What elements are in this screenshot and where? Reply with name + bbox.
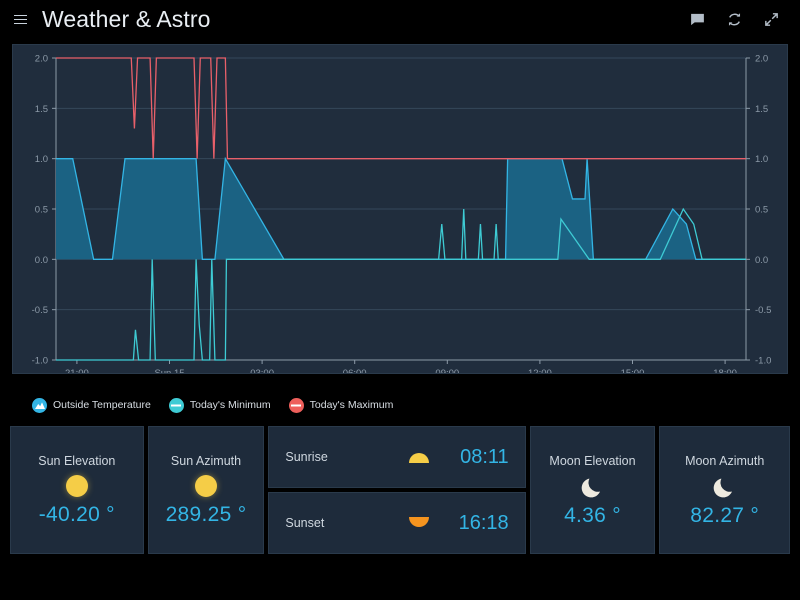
area-series-icon <box>32 397 47 413</box>
card-title: Moon Elevation <box>549 454 636 468</box>
line-series-icon <box>168 397 184 413</box>
card-sunrise[interactable]: Sunrise 08:11 <box>268 426 526 488</box>
x-axis-tick-label: 03:00 <box>250 368 274 373</box>
x-axis-tick-label: 09:00 <box>435 368 459 373</box>
dashboard-root: Weather & Astro -1.0 -1.0 -0.5 -0.5 0.0 0.0 0.… <box>0 0 800 600</box>
x-axis-tick-label: 12:00 <box>528 368 552 373</box>
x-axis-tick-label: 06:00 <box>343 368 367 373</box>
y-axis-tick-label: 0.0 <box>35 255 48 266</box>
y-axis-tick-label-right: 0.5 <box>755 205 768 216</box>
weather-chart[interactable]: -1.0 -1.0 -0.5 -0.5 0.0 0.0 0.5 0.5 1.0 1.0 1.5 1.5… <box>13 45 789 380</box>
top-bar-actions <box>689 11 786 28</box>
moon-icon <box>713 478 732 498</box>
card-value: 82.27 ° <box>690 504 760 527</box>
card-title: Sun Elevation <box>38 454 116 468</box>
card-title: Moon Azimuth <box>685 454 765 468</box>
sun-icon <box>65 475 88 497</box>
y-axis-tick-label: 2.0 <box>35 54 48 65</box>
card-label: Sunset <box>285 516 325 530</box>
legend-item-todays-maximum[interactable]: Today's Maximum <box>288 397 394 413</box>
card-moon-azimuth[interactable]: Moon Azimuth 82.27 ° <box>659 426 790 554</box>
chart-legend: Outside Temperature Today's Minimum Toda… <box>12 392 788 418</box>
card-sunset[interactable]: Sunset 16:18 <box>268 492 526 554</box>
card-title: Sun Azimuth <box>170 454 242 468</box>
expand-icon[interactable] <box>763 11 780 28</box>
y-axis-tick-label-right: 1.0 <box>755 154 768 165</box>
sun-icon <box>195 475 217 497</box>
y-axis-tick-label: -1.0 <box>32 356 48 367</box>
y-axis-tick-label-right: 2.0 <box>755 54 768 65</box>
legend-label: Outside Temperature <box>53 399 151 411</box>
comment-icon[interactable] <box>689 11 706 28</box>
sunset-icon <box>408 517 429 527</box>
sunrise-sunset-column: Sunrise 08:11 Sunset 16:18 <box>268 426 526 554</box>
y-axis-tick-label-right: 1.5 <box>755 104 768 115</box>
y-axis-tick-label-right: -0.5 <box>755 305 771 316</box>
card-value: 08:11 <box>460 445 509 468</box>
card-moon-elevation[interactable]: Moon Elevation 4.36 ° <box>529 426 656 554</box>
y-axis-tick-label-right: 0.0 <box>755 255 768 266</box>
legend-item-todays-minimum[interactable]: Today's Minimum <box>168 397 271 413</box>
legend-label: Today's Maximum <box>309 399 394 411</box>
y-axis-tick-label-right: -1.0 <box>755 356 771 367</box>
y-axis-tick-label: 1.0 <box>35 154 48 165</box>
x-axis-tick-label: Sun 15 <box>154 368 184 373</box>
y-axis-tick-label: 0.5 <box>35 205 48 216</box>
moon-icon <box>581 478 600 498</box>
card-value: 289.25 ° <box>165 503 247 526</box>
card-value: 4.36 ° <box>564 504 621 527</box>
weather-chart-panel[interactable]: -1.0 -1.0 -0.5 -0.5 0.0 0.0 0.5 0.5 1.0 1.0 1.5 1.5… <box>12 44 789 380</box>
card-value: 16:18 <box>458 511 509 534</box>
legend-item-outside-temperature[interactable]: Outside Temperature <box>32 397 151 413</box>
y-axis-tick-label: -0.5 <box>32 305 48 316</box>
line-series-icon <box>288 397 304 413</box>
hamburger-menu-icon[interactable] <box>14 14 30 24</box>
refresh-icon[interactable] <box>726 11 743 28</box>
legend-label: Today's Minimum <box>189 399 271 411</box>
card-sun-elevation[interactable]: Sun Elevation -40.20 ° <box>10 426 144 554</box>
page-title: Weather & Astro <box>42 5 211 32</box>
x-axis-tick-label: 18:00 <box>713 368 737 373</box>
card-sun-azimuth[interactable]: Sun Azimuth 289.25 ° <box>147 426 265 554</box>
y-axis-tick-label: 1.5 <box>35 104 48 115</box>
x-axis-tick-label: 15:00 <box>621 368 645 373</box>
sunrise-icon <box>408 453 429 463</box>
astro-card-row: Sun Elevation -40.20 ° Sun Azimuth 289.2… <box>10 426 790 554</box>
card-value: -40.20 ° <box>38 503 115 526</box>
top-bar: Weather & Astro <box>0 0 800 38</box>
card-label: Sunrise <box>285 450 328 464</box>
x-axis-tick-label: 21:00 <box>65 368 89 373</box>
